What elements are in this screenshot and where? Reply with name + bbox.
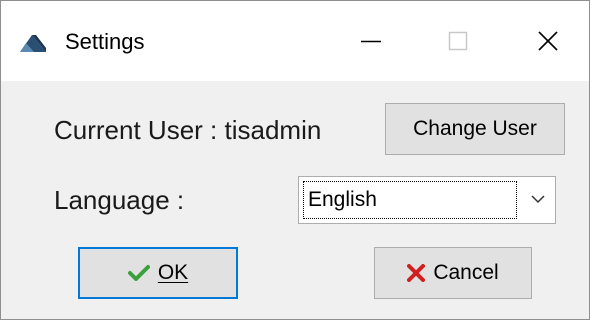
language-label: Language : (54, 185, 185, 215)
cancel-button-label: Cancel (433, 261, 499, 284)
ok-button[interactable]: OK (78, 247, 238, 299)
chevron-down-icon (531, 191, 545, 209)
settings-dialog: Settings Current User: tisadmin Change … (0, 0, 590, 320)
title-bar[interactable]: Settings (1, 1, 589, 81)
window-title: Settings (65, 29, 145, 54)
change-user-button[interactable]: Change User (385, 103, 565, 155)
language-dropdown-button[interactable] (521, 177, 555, 223)
language-selected-value: English (303, 181, 517, 219)
cancel-button[interactable]: Cancel (374, 247, 532, 299)
minimize-button[interactable] (346, 21, 396, 61)
x-mark-icon (407, 264, 426, 282)
minimize-icon (361, 31, 381, 51)
settings-app-icon (19, 31, 47, 53)
maximize-button[interactable] (433, 21, 483, 61)
change-user-button-label: Change User (413, 117, 537, 140)
language-select[interactable]: English (298, 176, 556, 224)
checkmark-icon (127, 264, 150, 282)
close-icon (537, 30, 559, 52)
dialog-body: Current User : tisadmin Change User Lang… (1, 81, 589, 319)
ok-button-label: OK (157, 261, 189, 284)
maximize-icon (448, 31, 468, 51)
close-button[interactable] (523, 21, 573, 61)
current-user-label: Current User : tisadmin (54, 115, 322, 145)
